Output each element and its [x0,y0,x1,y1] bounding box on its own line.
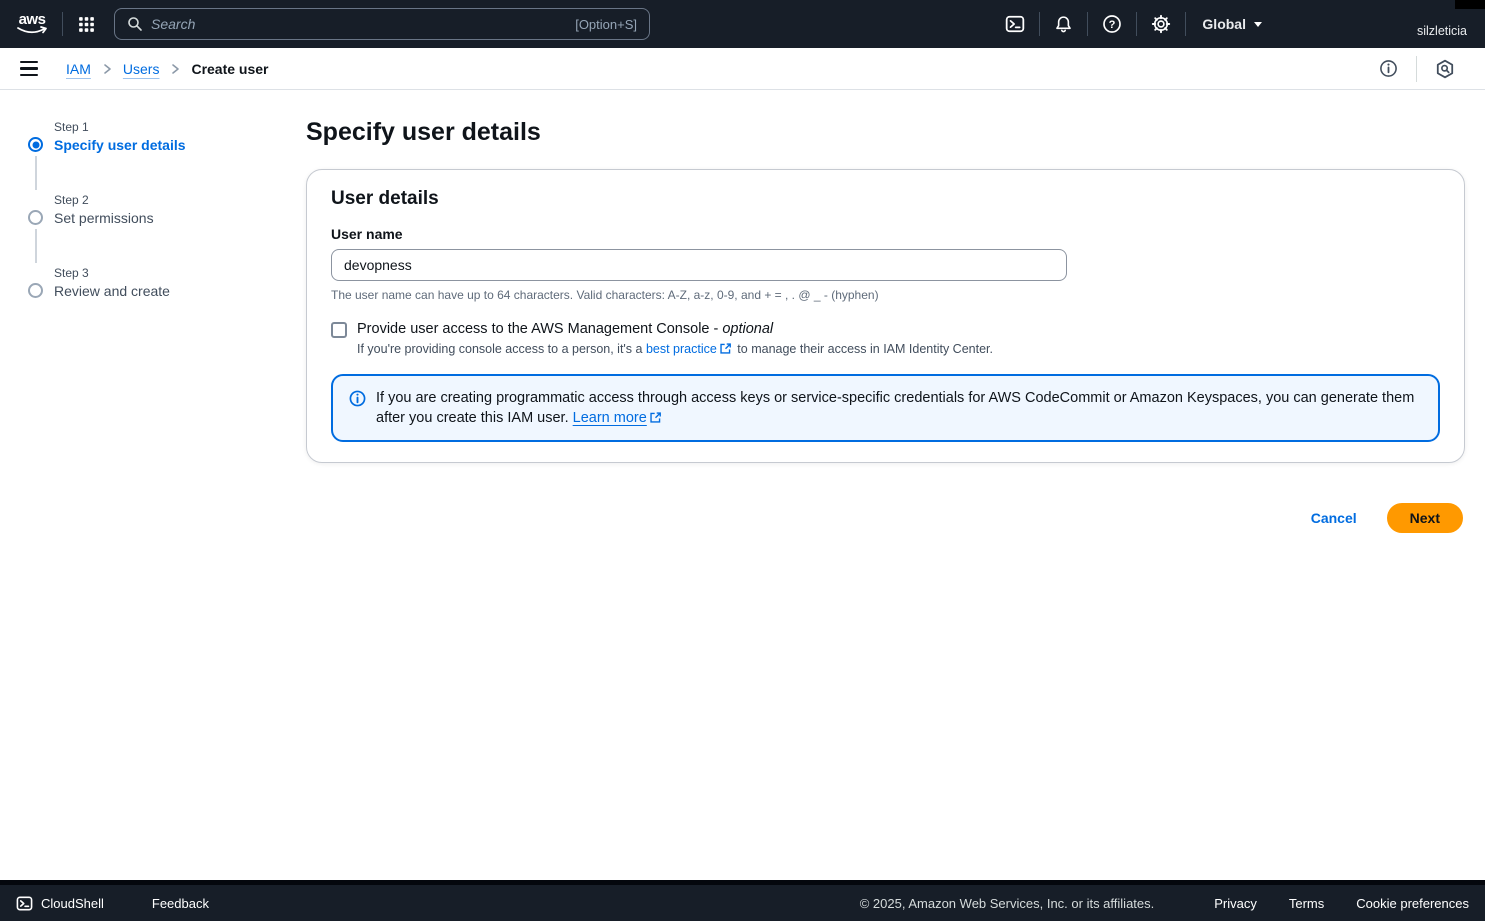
breadcrumb: IAM Users Create user [66,61,269,77]
main-panel: Specify user details User details User n… [306,90,1465,533]
user-name-label: User name [331,226,1440,242]
wizard-steps: Step 1 Specify user details Step 2 Set p… [28,120,278,299]
console-access-optional-text: optional [722,321,773,337]
cloudshell-label: CloudShell [41,896,104,911]
step-1-radio-indicator [28,137,43,152]
wizard-step-3[interactable]: Step 3 Review and create [28,266,278,299]
wizard-actions: Cancel Next [306,503,1465,533]
page-title: Specify user details [306,118,1465,147]
privacy-link[interactable]: Privacy [1214,896,1257,911]
step-connector [35,156,37,190]
screen-corner-artifact [1455,0,1485,9]
page-content: Step 1 Specify user details Step 2 Set p… [0,90,1485,880]
help-icon[interactable]: ? [1088,0,1136,48]
footer-right: © 2025, Amazon Web Services, Inc. or its… [860,896,1469,911]
external-link-icon [719,342,732,355]
search-icon [127,16,143,32]
region-label: Global [1202,16,1246,32]
side-navigation-toggle-icon[interactable] [16,55,48,82]
nav-right: ? Global silzleticia [991,0,1485,48]
learn-more-link[interactable]: Learn more [573,410,647,426]
info-icon [349,390,366,407]
top-navigation-bar: aws [Option+S] [0,0,1485,48]
console-access-hint: If you're providing console access to a … [357,342,993,356]
search-shortcut-hint: [Option+S] [575,17,637,32]
search-input[interactable] [151,16,567,32]
copyright-text: © 2025, Amazon Web Services, Inc. or its… [860,896,1155,911]
cloudshell-terminal-icon [16,895,33,912]
amazon-q-hexagon-icon[interactable] [1421,59,1469,79]
cloudshell-button[interactable]: CloudShell [16,895,104,912]
console-access-checkbox[interactable] [331,322,347,338]
svg-text:?: ? [1109,19,1116,31]
breadcrumb-link-users[interactable]: Users [123,61,160,77]
cloudshell-terminal-icon[interactable] [991,0,1039,48]
cookie-preferences-link[interactable]: Cookie preferences [1356,896,1469,911]
breadcrumb-bar: IAM Users Create user [0,48,1485,90]
breadcrumb-actions [1365,56,1469,82]
step-1-title[interactable]: Specify user details [54,137,278,153]
next-button[interactable]: Next [1387,503,1463,533]
terms-link[interactable]: Terms [1289,896,1324,911]
step-2-radio-indicator [28,210,43,225]
alert-text: If you are creating programmatic access … [376,390,1414,426]
breadcrumb-link-iam[interactable]: IAM [66,61,91,77]
info-alert: If you are creating programmatic access … [331,374,1440,442]
breadcrumb-chevron-icon [169,63,181,75]
user-name-input[interactable] [331,249,1067,281]
step-2-label: Step 2 [54,193,278,207]
wizard-step-2[interactable]: Step 2 Set permissions [28,193,278,226]
footer-left: CloudShell Feedback [16,895,209,912]
feedback-button[interactable]: Feedback [152,896,209,911]
breadcrumb-chevron-icon [101,63,113,75]
region-selector[interactable]: Global [1186,0,1279,48]
user-name-help-text: The user name can have up to 64 characte… [331,288,1440,302]
console-access-label-text: Provide user access to the AWS Managemen… [357,321,718,337]
nav-left: aws [Option+S] [16,0,650,48]
step-connector [35,229,37,263]
hint-prefix: If you're providing console access to a … [357,342,646,356]
notifications-bell-icon[interactable] [1040,0,1087,48]
feedback-label: Feedback [152,896,209,911]
hint-suffix: to manage their access in IAM Identity C… [734,342,993,356]
user-details-card: User details User name The user name can… [306,169,1465,463]
step-2-title[interactable]: Set permissions [54,210,278,226]
alert-message: If you are creating programmatic access … [376,388,1422,428]
card-title: User details [331,188,1440,210]
aws-smile-icon [16,26,48,35]
wizard-step-1[interactable]: Step 1 Specify user details [28,120,278,153]
external-link-icon [649,411,662,424]
aws-logo-text: aws [19,13,46,26]
console-footer: CloudShell Feedback © 2025, Amazon Web S… [0,880,1485,921]
step-1-label: Step 1 [54,120,278,134]
services-grid-icon[interactable] [63,0,110,48]
global-search-bar[interactable]: [Option+S] [114,8,650,40]
cancel-button[interactable]: Cancel [1311,510,1357,526]
console-access-label[interactable]: Provide user access to the AWS Managemen… [357,321,773,337]
best-practice-link[interactable]: best practice [646,342,717,356]
console-access-option: Provide user access to the AWS Managemen… [331,320,1440,356]
step-3-label: Step 3 [54,266,278,280]
info-panel-icon[interactable] [1365,59,1412,78]
settings-gear-icon[interactable] [1137,0,1185,48]
aws-logo[interactable]: aws [16,13,48,35]
breadcrumb-current-page: Create user [191,61,268,77]
chevron-down-icon [1253,21,1263,28]
account-username[interactable]: silzleticia [1417,24,1485,38]
step-3-title[interactable]: Review and create [54,283,278,299]
breadcrumb-divider [1416,56,1417,82]
step-3-radio-indicator [28,283,43,298]
